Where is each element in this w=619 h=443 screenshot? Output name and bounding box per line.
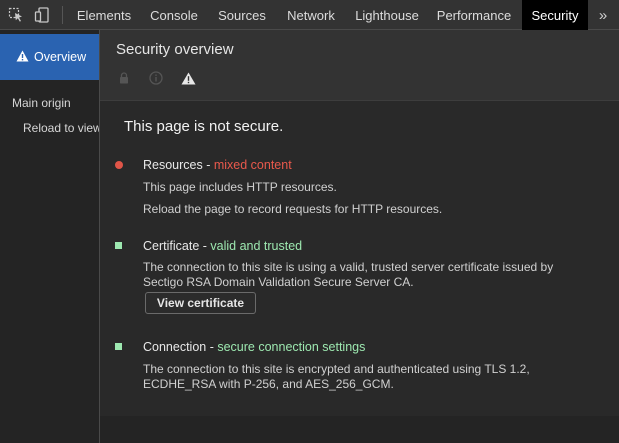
sidebar-reload-to-view[interactable]: Reload to view [23, 121, 99, 135]
certificate-separator: - [199, 239, 211, 253]
lock-icon [116, 70, 132, 86]
warning-icon [16, 50, 29, 65]
connection-title: Connection - secure connection settings [143, 340, 365, 354]
resources-reload-note: Reload the page to record requests for H… [143, 202, 443, 216]
certificate-title: Certificate - valid and trusted [143, 239, 302, 253]
certificate-name: Certificate [143, 239, 200, 253]
view-certificate-button[interactable]: View certificate [145, 292, 256, 314]
security-overview-header: Security overview [100, 30, 619, 101]
tab-security[interactable]: Security [522, 0, 588, 30]
tab-elements[interactable]: Elements [70, 0, 138, 30]
connection-separator: - [206, 340, 218, 354]
main-empty-area [100, 416, 619, 443]
device-toggle-icon[interactable] [32, 5, 52, 25]
warning-icon [180, 70, 196, 86]
sidebar-item-overview[interactable]: Overview [0, 34, 99, 80]
certificate-description: The connection to this site is using a v… [143, 260, 554, 289]
resources-separator: - [202, 158, 214, 172]
resources-name: Resources [143, 158, 203, 172]
tab-console[interactable]: Console [144, 0, 204, 30]
connection-description: The connection to this site is encrypted… [143, 362, 530, 391]
connection-status: secure connection settings [217, 340, 366, 354]
toolbar-separator [62, 6, 63, 24]
security-sidebar: Overview Main origin Reload to view [0, 30, 100, 443]
sidebar-main-origin-heading: Main origin [12, 96, 71, 110]
more-tabs-button[interactable]: » [592, 0, 614, 30]
security-overview-body: This page is not secure. Resources - mix… [100, 101, 619, 416]
resources-status: mixed content [213, 158, 292, 172]
security-summary: This page is not secure. [124, 118, 284, 135]
info-icon [148, 70, 164, 86]
sidebar-item-overview-label: Overview [34, 50, 87, 64]
tab-lighthouse[interactable]: Lighthouse [349, 0, 425, 30]
tab-network[interactable]: Network [280, 0, 342, 30]
page-title: Security overview [116, 41, 234, 58]
connection-name: Connection [143, 340, 207, 354]
connection-status-indicator [115, 343, 122, 350]
resources-title: Resources - mixed content [143, 158, 292, 172]
tab-sources[interactable]: Sources [212, 0, 272, 30]
tab-performance[interactable]: Performance [432, 0, 516, 30]
resources-description: This page includes HTTP resources. [143, 180, 337, 194]
certificate-status: valid and trusted [210, 239, 303, 253]
certificate-status-indicator [115, 242, 122, 249]
inspect-element-icon[interactable] [6, 5, 26, 25]
devtools-toolbar: Elements Console Sources Network Lightho… [0, 0, 619, 30]
resources-status-indicator [115, 161, 123, 169]
